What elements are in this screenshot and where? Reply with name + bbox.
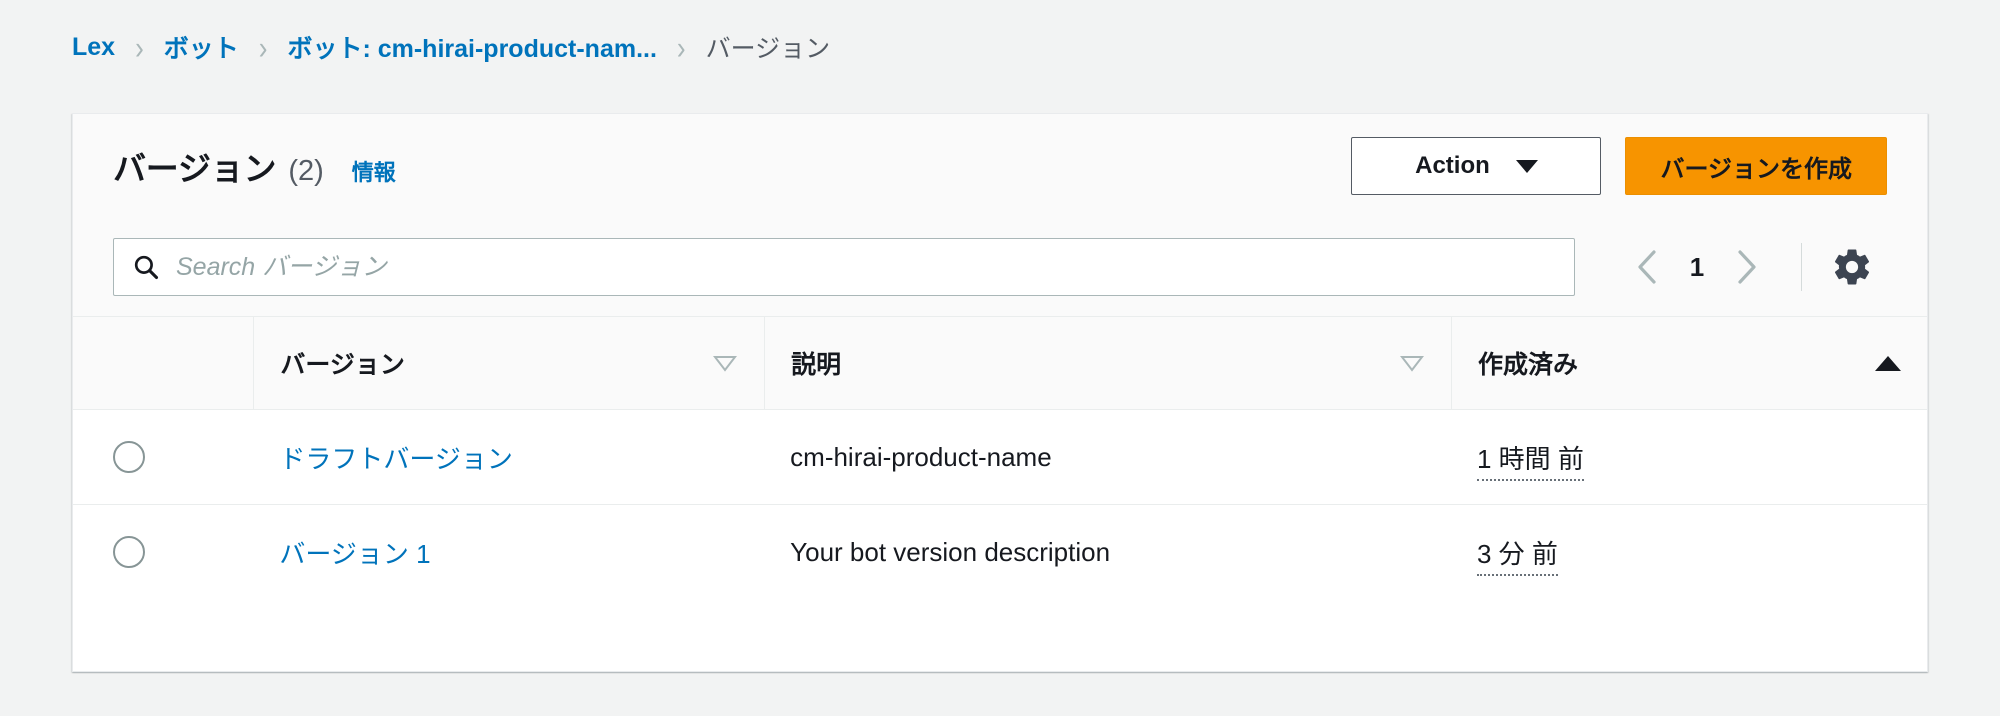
- panel-title-group: バージョン (2) 情報: [113, 142, 1351, 190]
- action-dropdown-button[interactable]: Action: [1351, 137, 1602, 195]
- info-link[interactable]: 情報: [352, 155, 396, 187]
- breadcrumb-separator-icon: ›: [258, 28, 268, 66]
- panel-actions: Action バージョンを作成: [1351, 137, 1887, 195]
- chevron-left-icon: [1638, 250, 1656, 284]
- panel-header: バージョン (2) 情報 Action バージョンを作成: [73, 114, 1927, 218]
- pagination-prev-button[interactable]: [1619, 239, 1675, 295]
- column-header-select: [73, 316, 254, 410]
- versions-panel: バージョン (2) 情報 Action バージョンを作成 Search バージョ…: [72, 113, 1928, 672]
- pagination: 1: [1619, 239, 1878, 295]
- breadcrumb-separator-icon: ›: [135, 28, 144, 66]
- version-description: cm-hirai-product-name: [790, 441, 1052, 472]
- action-button-label: Action: [1415, 152, 1490, 179]
- column-header-version[interactable]: バージョン: [253, 316, 765, 410]
- breadcrumb-item-bot-detail[interactable]: ボット: cm-hirai-product-nam...: [287, 29, 656, 65]
- breadcrumb-item-lex[interactable]: Lex: [72, 33, 115, 62]
- row-version-cell: バージョン 1: [253, 505, 764, 600]
- version-link[interactable]: バージョン 1: [279, 539, 430, 569]
- pagination-divider: [1801, 243, 1802, 291]
- row-created-cell: 3 分 前: [1451, 505, 1927, 600]
- table-filter-bar: 1: [73, 218, 1927, 316]
- breadcrumb-item-bots[interactable]: ボット: [164, 29, 239, 65]
- version-description: Your bot version description: [790, 536, 1111, 567]
- column-header-version-label: バージョン: [280, 351, 405, 379]
- breadcrumb-item-versions: バージョン: [705, 35, 831, 63]
- versions-table: バージョン 説明 作成済み ドラフトバージョン cm-hirai-product…: [73, 316, 1927, 600]
- row-version-cell: ドラフトバージョン: [253, 409, 765, 505]
- table-header: バージョン 説明 作成済み: [73, 316, 1927, 410]
- row-select-cell[interactable]: [73, 409, 254, 505]
- row-created-cell: 1 時間 前: [1450, 409, 1927, 505]
- breadcrumb: Lex › ボット › ボット: cm-hirai-product-nam...…: [72, 30, 830, 64]
- chevron-right-icon: [1738, 250, 1756, 284]
- column-header-created-label: 作成済み: [1477, 351, 1578, 379]
- table-row[interactable]: ドラフトバージョン cm-hirai-product-name 1 時間 前: [73, 409, 1927, 505]
- lex-versions-page: Lex › ボット › ボット: cm-hirai-product-nam...…: [0, 0, 2000, 716]
- row-select-cell[interactable]: [73, 505, 253, 600]
- sort-ascending-icon: [1875, 349, 1901, 377]
- created-timestamp: 3 分 前: [1476, 538, 1558, 576]
- table-row[interactable]: バージョン 1 Your bot version description 3 分…: [73, 505, 1927, 600]
- page-title: バージョン: [113, 150, 277, 187]
- pagination-next-button[interactable]: [1719, 239, 1775, 295]
- table-settings-button[interactable]: [1826, 241, 1878, 293]
- row-description-cell: Your bot version description: [764, 505, 1451, 600]
- table-header-row: バージョン 説明 作成済み: [73, 316, 1927, 410]
- radio-unchecked-icon[interactable]: [113, 536, 145, 569]
- pagination-page-1[interactable]: 1: [1675, 252, 1719, 283]
- gear-icon: [1834, 249, 1870, 285]
- column-header-description[interactable]: 説明: [764, 316, 1451, 410]
- column-header-description-label: 説明: [791, 351, 842, 379]
- search-icon: [134, 255, 159, 280]
- create-version-button[interactable]: バージョンを作成: [1625, 137, 1887, 195]
- chevron-down-icon: [1515, 159, 1538, 173]
- created-timestamp: 1 時間 前: [1476, 443, 1584, 481]
- row-description-cell: cm-hirai-product-name: [764, 409, 1451, 505]
- radio-unchecked-icon[interactable]: [113, 441, 145, 473]
- search-box[interactable]: [113, 238, 1575, 296]
- search-input[interactable]: [176, 252, 1556, 282]
- sort-descending-icon: [1399, 349, 1425, 377]
- version-link[interactable]: ドラフトバージョン: [279, 444, 512, 474]
- versions-count: (2): [288, 155, 324, 187]
- breadcrumb-separator-icon: ›: [676, 28, 686, 66]
- table-body: ドラフトバージョン cm-hirai-product-name 1 時間 前 バ…: [73, 409, 1927, 600]
- column-header-created[interactable]: 作成済み: [1450, 316, 1927, 410]
- sort-descending-icon: [712, 349, 738, 377]
